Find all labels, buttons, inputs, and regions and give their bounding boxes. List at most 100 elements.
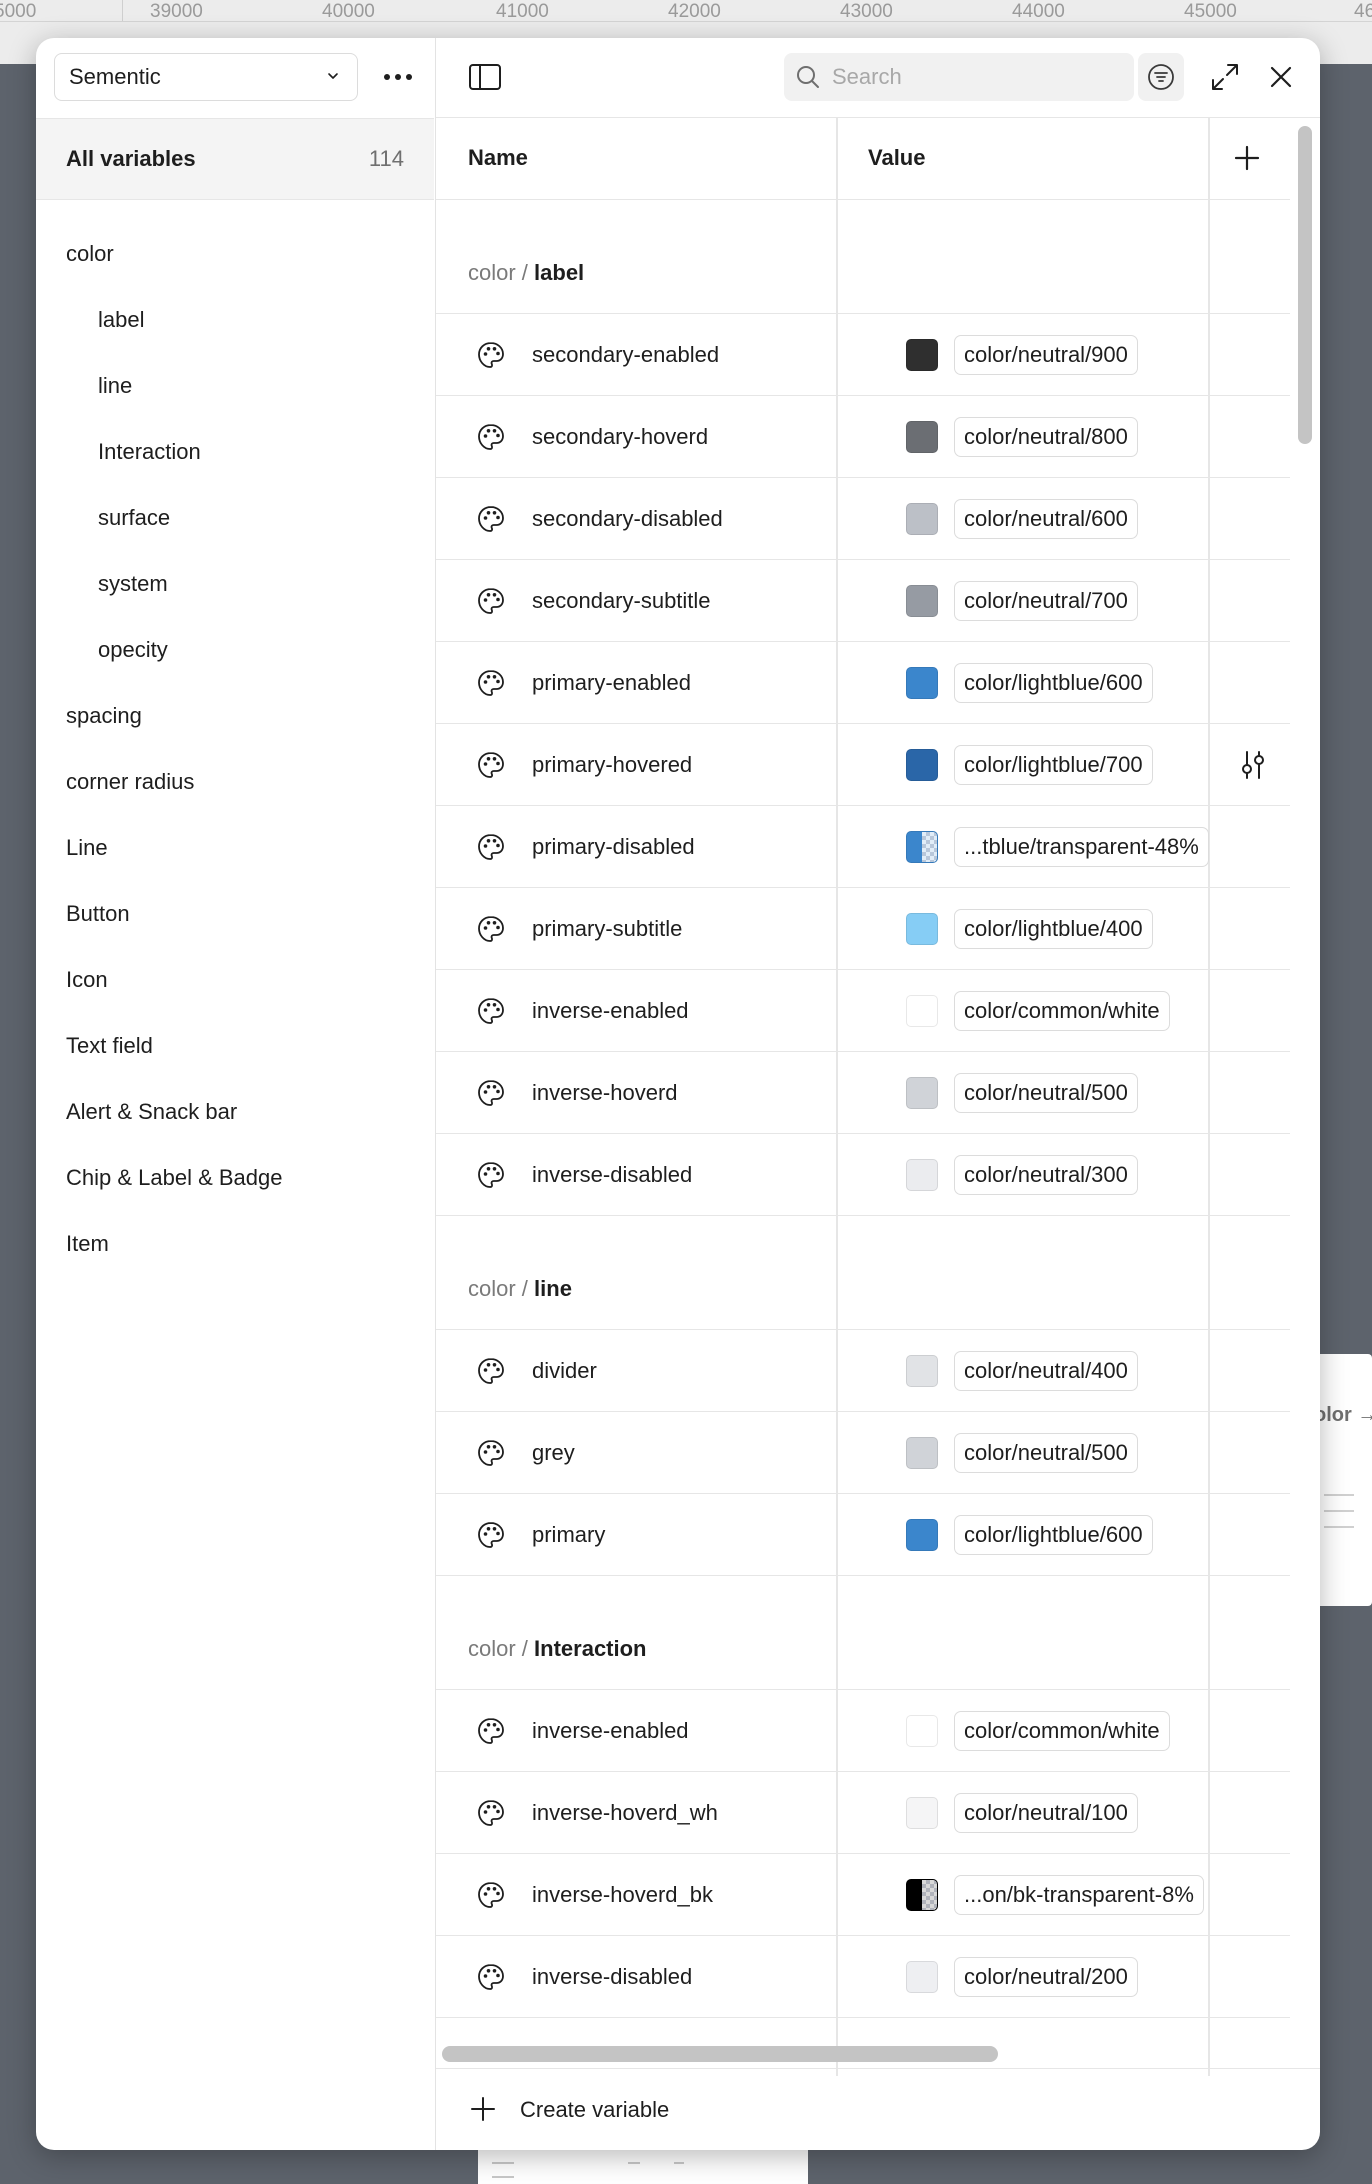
sidebar-group-item[interactable]: system xyxy=(98,571,168,597)
variable-row[interactable]: primary-enabled color/lightblue/600 xyxy=(436,642,1290,724)
sidebar-group-item[interactable]: Item xyxy=(66,1231,109,1257)
variable-alias-pill[interactable]: color/common/white xyxy=(954,991,1170,1031)
color-swatch[interactable] xyxy=(906,1961,938,1993)
color-swatch[interactable] xyxy=(906,1715,938,1747)
variable-row[interactable]: inverse-hoverd color/neutral/500 xyxy=(436,1052,1290,1134)
variable-name[interactable]: inverse-disabled xyxy=(532,1964,692,1990)
variable-row[interactable]: primary-subtitle color/lightblue/400 xyxy=(436,888,1290,970)
variable-alias-pill[interactable]: color/neutral/700 xyxy=(954,581,1138,621)
sidebar-group-item[interactable]: line xyxy=(98,373,132,399)
add-mode-icon[interactable] xyxy=(1230,141,1264,175)
variable-name[interactable]: inverse-enabled xyxy=(532,1718,689,1744)
variable-name[interactable]: secondary-enabled xyxy=(532,342,719,368)
canvas-frame[interactable] xyxy=(478,2146,808,2184)
variable-alias-pill[interactable]: color/neutral/900 xyxy=(954,335,1138,375)
variable-row[interactable]: secondary-enabled color/neutral/900 xyxy=(436,314,1290,396)
search-input[interactable] xyxy=(832,53,1122,101)
sidebar-group-item[interactable]: label xyxy=(98,307,144,333)
expand-icon[interactable] xyxy=(1208,60,1242,94)
color-swatch[interactable] xyxy=(906,1437,938,1469)
variable-alias-pill[interactable]: color/lightblue/400 xyxy=(954,909,1153,949)
sidebar-group-item[interactable]: color xyxy=(66,241,114,267)
variable-alias-pill[interactable]: ...on/bk-transparent-8% xyxy=(954,1875,1204,1915)
variable-row[interactable]: inverse-hoverd_bk ...on/bk-transparent-8% xyxy=(436,1854,1290,1936)
color-swatch[interactable] xyxy=(906,585,938,617)
variable-row[interactable]: inverse-disabled color/neutral/300 xyxy=(436,1134,1290,1216)
sliders-icon[interactable] xyxy=(1236,748,1270,782)
variable-name[interactable]: inverse-hoverd xyxy=(532,1080,678,1106)
variable-alias-pill[interactable]: color/neutral/200 xyxy=(954,1957,1138,1997)
variable-alias-pill[interactable]: color/neutral/400 xyxy=(954,1351,1138,1391)
sidebar-group-item[interactable]: opecity xyxy=(98,637,168,663)
variable-name[interactable]: primary-subtitle xyxy=(532,916,682,942)
variable-row[interactable]: secondary-hoverd color/neutral/800 xyxy=(436,396,1290,478)
color-swatch[interactable] xyxy=(906,1077,938,1109)
filter-button[interactable] xyxy=(1138,53,1184,101)
column-header-name[interactable]: Name xyxy=(468,145,528,171)
variable-row[interactable]: primary-hovered color/lightblue/700 xyxy=(436,724,1290,806)
variable-name[interactable]: divider xyxy=(532,1358,597,1384)
color-swatch[interactable] xyxy=(906,503,938,535)
variable-row[interactable]: divider color/neutral/400 xyxy=(436,1330,1290,1412)
variable-alias-pill[interactable]: color/neutral/500 xyxy=(954,1073,1138,1113)
variable-alias-pill[interactable]: color/neutral/600 xyxy=(954,499,1138,539)
sidebar-group-item[interactable]: surface xyxy=(98,505,170,531)
sidebar-group-item[interactable]: Alert & Snack bar xyxy=(66,1099,237,1125)
sidebar-group-item[interactable]: Line xyxy=(66,835,108,861)
color-swatch[interactable] xyxy=(906,1519,938,1551)
variable-alias-pill[interactable]: color/lightblue/600 xyxy=(954,1515,1153,1555)
sidebar-group-item[interactable]: Button xyxy=(66,901,130,927)
variable-row[interactable]: primary-disabled ...tblue/transparent-48% xyxy=(436,806,1290,888)
close-icon[interactable] xyxy=(1264,60,1298,94)
more-options-button[interactable] xyxy=(376,60,420,94)
variable-row[interactable]: primary color/lightblue/600 xyxy=(436,1494,1290,1576)
color-swatch[interactable] xyxy=(906,1355,938,1387)
sidebar-group-item[interactable]: spacing xyxy=(66,703,142,729)
color-swatch[interactable] xyxy=(906,913,938,945)
variable-alias-pill[interactable]: ...tblue/transparent-48% xyxy=(954,827,1209,867)
variable-name[interactable]: secondary-subtitle xyxy=(532,588,711,614)
sidebar-group-item[interactable]: Text field xyxy=(66,1033,153,1059)
variable-alias-pill[interactable]: color/neutral/800 xyxy=(954,417,1138,457)
column-header-value[interactable]: Value xyxy=(868,145,925,171)
color-swatch[interactable] xyxy=(906,1159,938,1191)
vertical-scrollbar-thumb[interactable] xyxy=(1298,126,1312,444)
color-swatch[interactable] xyxy=(906,749,938,781)
variable-name[interactable]: primary-hovered xyxy=(532,752,692,778)
sidebar-group-item[interactable]: Chip & Label & Badge xyxy=(66,1165,283,1191)
color-swatch[interactable] xyxy=(906,1797,938,1829)
variable-alias-pill[interactable]: color/neutral/300 xyxy=(954,1155,1138,1195)
sidebar-group-item[interactable]: corner radius xyxy=(66,769,194,795)
variable-row[interactable]: inverse-enabled color/common/white xyxy=(436,970,1290,1052)
color-swatch[interactable] xyxy=(906,995,938,1027)
variable-row[interactable]: inverse-disabled color/neutral/200 xyxy=(436,1936,1290,2018)
create-variable-button[interactable]: Create variable xyxy=(436,2068,1320,2150)
variable-name[interactable]: secondary-hoverd xyxy=(532,424,708,450)
variable-name[interactable]: inverse-hoverd_wh xyxy=(532,1800,718,1826)
all-variables-item[interactable]: All variables 114 xyxy=(36,118,434,200)
sidebar-toggle-icon[interactable] xyxy=(468,62,502,92)
collection-dropdown[interactable]: Sementic xyxy=(54,53,358,101)
sidebar-group-item[interactable]: Interaction xyxy=(98,439,201,465)
variable-row[interactable]: inverse-enabled color/common/white xyxy=(436,1690,1290,1772)
variable-alias-pill[interactable]: color/neutral/500 xyxy=(954,1433,1138,1473)
variable-name[interactable]: inverse-enabled xyxy=(532,998,689,1024)
variable-row[interactable]: secondary-disabled color/neutral/600 xyxy=(436,478,1290,560)
variable-row[interactable]: grey color/neutral/500 xyxy=(436,1412,1290,1494)
color-swatch[interactable] xyxy=(906,1879,938,1911)
variable-alias-pill[interactable]: color/lightblue/700 xyxy=(954,745,1153,785)
color-swatch[interactable] xyxy=(906,831,938,863)
color-swatch[interactable] xyxy=(906,421,938,453)
variable-name[interactable]: grey xyxy=(532,1440,575,1466)
variable-name[interactable]: primary-enabled xyxy=(532,670,691,696)
variable-name[interactable]: primary-disabled xyxy=(532,834,695,860)
variable-alias-pill[interactable]: color/neutral/100 xyxy=(954,1793,1138,1833)
variable-row[interactable]: secondary-subtitle color/neutral/700 xyxy=(436,560,1290,642)
color-swatch[interactable] xyxy=(906,667,938,699)
variable-alias-pill[interactable]: color/common/white xyxy=(954,1711,1170,1751)
variable-name[interactable]: inverse-disabled xyxy=(532,1162,692,1188)
variable-row[interactable]: inverse-hoverd_wh color/neutral/100 xyxy=(436,1772,1290,1854)
variable-name[interactable]: inverse-hoverd_bk xyxy=(532,1882,713,1908)
variable-name[interactable]: primary xyxy=(532,1522,605,1548)
variable-alias-pill[interactable]: color/lightblue/600 xyxy=(954,663,1153,703)
